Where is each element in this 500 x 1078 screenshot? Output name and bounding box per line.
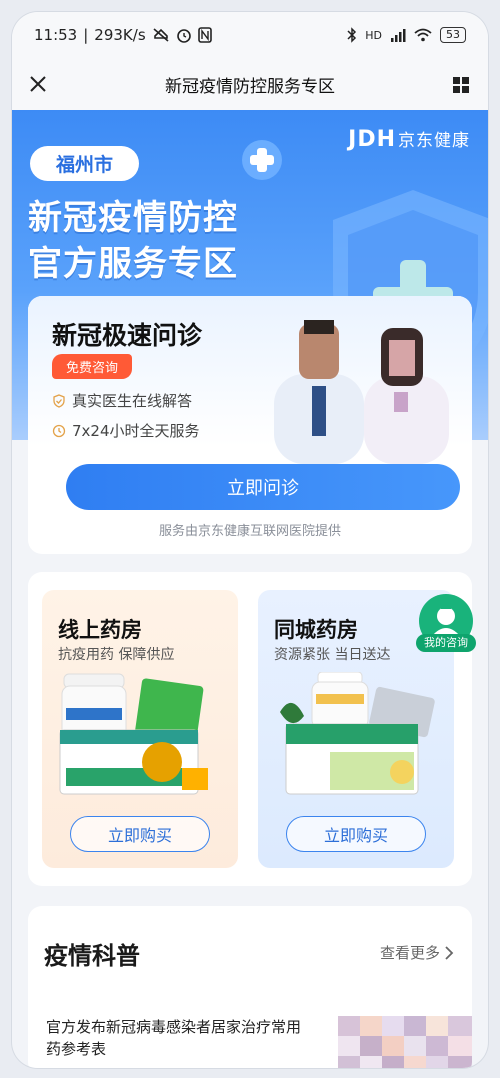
medicine-boxes-image <box>59 673 208 795</box>
online-pharmacy-panel[interactable]: 线上药房 抗疫用药 保障供应 立即购买 <box>42 590 238 868</box>
feature-label: 7x24小时全天服务 <box>72 422 200 440</box>
consult-now-button[interactable]: 立即问诊 <box>66 464 460 510</box>
more-menu-icon[interactable] <box>452 76 470 94</box>
brand-logo: JDH 京东健康 <box>348 126 470 152</box>
network-type: HD <box>365 28 382 42</box>
brand-cn: 京东健康 <box>398 131 470 151</box>
clock-icon <box>52 424 66 437</box>
my-consult-float-button[interactable]: 我的咨询 <box>416 594 476 656</box>
brand-latin: JDH <box>348 127 396 152</box>
phone-screen: 11:53 | 293K/s HD 53 新冠疫情防控服务专区 JDH 京东健康 … <box>12 12 488 1068</box>
provider-note: 服务由京东健康互联网医院提供 <box>158 524 341 539</box>
news-item-title[interactable]: 官方发布新冠病毒感染者居家治疗常用药参考表 <box>46 1016 308 1060</box>
feature-24h: 7x24小时全天服务 <box>52 420 200 441</box>
online-pharmacy-subtitle: 抗疫用药 保障供应 <box>58 647 175 663</box>
nfc-icon <box>197 27 212 43</box>
bluetooth-icon <box>347 27 357 43</box>
news-thumbnail[interactable] <box>338 1016 472 1068</box>
city-buy-button[interactable]: 立即购买 <box>286 816 426 852</box>
pharmacy-card: 线上药房 抗疫用药 保障供应 立即购买 同城药房 资源紧张 当日送达 立即购买 … <box>28 572 476 886</box>
see-more-link[interactable]: 查看更多 <box>380 942 454 963</box>
clock: 11:53 <box>34 26 78 44</box>
divider: | <box>83 26 89 44</box>
hero-subheadline: 官方服务专区 <box>28 244 238 284</box>
net-speed: 293K/s <box>94 26 146 44</box>
consult-title: 新冠极速问诊 <box>52 321 203 350</box>
battery-indicator: 53 <box>440 27 466 43</box>
mute-icon <box>153 28 169 42</box>
online-buy-button[interactable]: 立即购买 <box>70 816 210 852</box>
cold-medicine-image <box>280 672 435 795</box>
alarm-icon <box>176 29 191 43</box>
my-consult-label: 我的咨询 <box>416 634 476 652</box>
medical-cross-icon <box>242 140 282 180</box>
science-title: 疫情科普 <box>44 942 140 970</box>
free-consult-badge: 免费咨询 <box>52 354 133 379</box>
feature-label: 真实医生在线解答 <box>72 392 193 410</box>
signal-icon <box>391 29 406 42</box>
city-selector[interactable]: 福州市 <box>30 146 140 181</box>
title-bar: 新冠疫情防控服务专区 <box>12 58 488 110</box>
consult-card: 新冠极速问诊 免费咨询 真实医生在线解答 7x24小时全天服务 立即问诊 服务由… <box>28 296 472 554</box>
doctors-illustration <box>274 320 449 464</box>
close-icon[interactable] <box>26 72 50 96</box>
see-more-label: 查看更多 <box>379 944 440 962</box>
chevron-right-icon <box>445 945 454 960</box>
city-pharmacy-subtitle: 资源紧张 当日送达 <box>274 647 391 663</box>
status-bar: 11:53 | 293K/s HD 53 <box>12 12 488 58</box>
online-pharmacy-title: 线上药房 <box>58 618 142 642</box>
page-title: 新冠疫情防控服务专区 <box>165 76 335 97</box>
wifi-icon <box>414 28 432 42</box>
science-card: 疫情科普 查看更多 官方发布新冠病毒感染者居家治疗常用药参考表 <box>28 906 472 1068</box>
city-pharmacy-title: 同城药房 <box>274 618 358 642</box>
hero-headline: 新冠疫情防控 <box>28 198 238 238</box>
feature-real-doctor: 真实医生在线解答 <box>52 390 192 411</box>
shield-check-icon <box>53 393 65 408</box>
